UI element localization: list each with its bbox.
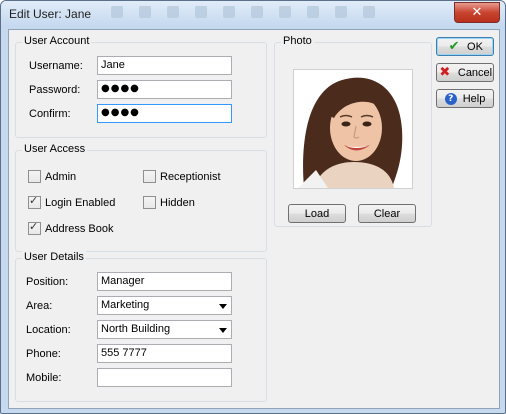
close-button[interactable]: ✕ [454, 2, 500, 23]
confirm-password-input[interactable]: ●●●● [97, 104, 232, 123]
portrait-image [294, 70, 412, 188]
address-book-checkbox-box[interactable]: ✓ [28, 220, 41, 235]
ghost-icon [167, 6, 179, 18]
mobile-input[interactable] [97, 368, 232, 387]
hidden-checkbox-box[interactable]: ✓ [143, 196, 156, 209]
login-enabled-checkbox-label: Login Enabled [45, 196, 116, 209]
address-book-checkbox[interactable]: ✓ Address Book [28, 220, 114, 235]
user-access-group-label: User Access [22, 143, 88, 155]
ghost-icon [139, 6, 151, 18]
hidden-checkbox[interactable]: ✓ Hidden [143, 196, 195, 209]
ghost-icon [335, 6, 347, 18]
checkmark-icon: ✔ [448, 39, 460, 54]
photo-group: Photo Load Clear [274, 35, 432, 227]
edit-user-window: Edit User: Jane ✕ User Account Username:… [0, 0, 506, 414]
clear-photo-button[interactable]: Clear [358, 204, 416, 223]
user-details-group-label: User Details [22, 251, 86, 263]
receptionist-checkbox-label: Receptionist [160, 170, 221, 183]
hidden-checkbox-label: Hidden [160, 196, 195, 209]
login-enabled-check-icon: ✓ [29, 194, 39, 207]
password-input[interactable]: ●●●● [97, 80, 232, 99]
admin-checkbox-label: Admin [45, 170, 77, 183]
cancel-button-label: Cancel [457, 66, 493, 79]
address-book-check-icon: ✓ [29, 220, 39, 233]
title-bar[interactable]: Edit User: Jane ✕ [1, 1, 505, 27]
close-icon: ✕ [471, 5, 483, 20]
location-select[interactable]: North Building [97, 320, 232, 339]
help-button[interactable]: ? Help [436, 89, 494, 108]
ghost-icon [363, 6, 375, 18]
username-label: Username: [29, 60, 83, 72]
ghost-icon [307, 6, 319, 18]
chevron-down-icon[interactable] [219, 304, 227, 309]
location-label: Location: [26, 324, 71, 336]
login-enabled-checkbox[interactable]: ✓ Login Enabled [28, 194, 116, 209]
ghost-icon [251, 6, 263, 18]
area-label: Area: [26, 300, 53, 312]
area-selected-value: Marketing [101, 299, 150, 311]
dialog-client-area: User Account Username: Jane Password: ●●… [8, 29, 500, 409]
cancel-x-icon: ✖ [439, 65, 451, 80]
position-input[interactable]: Manager [97, 272, 232, 291]
receptionist-checkbox-box[interactable]: ✓ [143, 170, 156, 183]
help-button-label: Help [462, 92, 486, 105]
ghost-icon [111, 6, 123, 18]
phone-label: Phone: [26, 348, 61, 360]
phone-input[interactable]: 555 7777 [97, 344, 232, 363]
username-input[interactable]: Jane [97, 56, 232, 75]
user-photo [293, 69, 413, 189]
receptionist-checkbox[interactable]: ✓ Receptionist [143, 170, 221, 183]
ok-button-label: OK [467, 40, 483, 53]
user-access-group: User Access ✓ Admin ✓ Receptionist ✓ Log… [15, 143, 267, 252]
admin-checkbox[interactable]: ✓ Admin [28, 170, 76, 183]
background-toolbar-ghost [111, 6, 375, 18]
position-label: Position: [26, 276, 69, 288]
user-details-group: User Details Position: Manager Area: Mar… [15, 251, 267, 402]
ghost-icon [195, 6, 207, 18]
photo-group-label: Photo [281, 35, 314, 47]
location-selected-value: North Building [101, 323, 171, 335]
user-account-group-label: User Account [22, 35, 92, 47]
cancel-button[interactable]: ✖ Cancel [436, 63, 494, 82]
ghost-icon [279, 6, 291, 18]
mobile-label: Mobile: [26, 372, 62, 384]
ok-button[interactable]: ✔ OK [436, 37, 494, 56]
address-book-checkbox-label: Address Book [45, 222, 114, 235]
window-title: Edit User: Jane [9, 7, 92, 21]
login-enabled-checkbox-box[interactable]: ✓ [28, 194, 41, 209]
load-photo-button[interactable]: Load [288, 204, 346, 223]
chevron-down-icon[interactable] [219, 328, 227, 333]
admin-checkbox-box[interactable]: ✓ [28, 170, 41, 183]
area-select[interactable]: Marketing [97, 296, 232, 315]
help-icon: ? [444, 92, 457, 105]
ghost-icon [223, 6, 235, 18]
user-account-group: User Account Username: Jane Password: ●●… [15, 35, 267, 138]
confirm-label: Confirm: [29, 108, 71, 120]
password-label: Password: [29, 84, 81, 96]
